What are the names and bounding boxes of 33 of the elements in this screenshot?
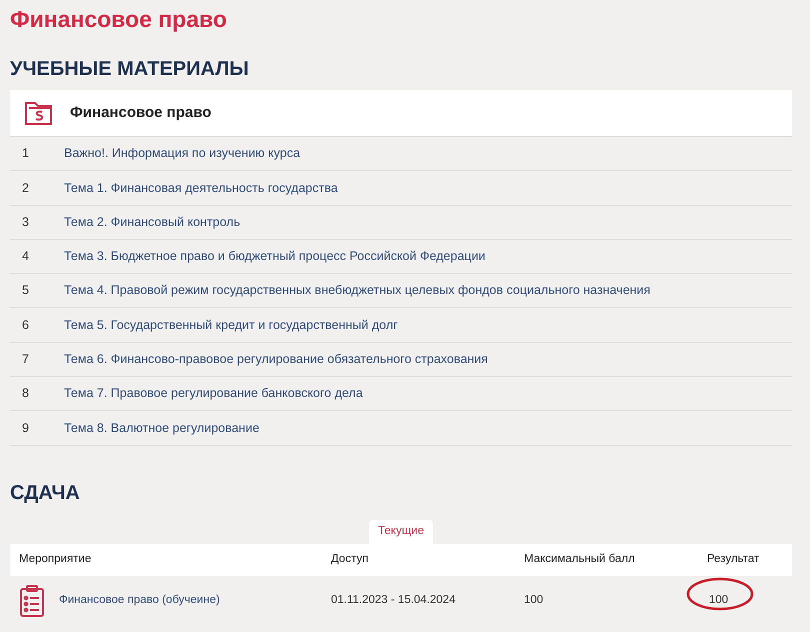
column-header: Доступ <box>331 552 370 568</box>
material-link[interactable]: Тема 1. Финансовая деятельность государства <box>64 178 338 198</box>
material-link[interactable]: Тема 5. Государственный кредит и государственный долг <box>64 316 398 334</box>
page-title: Финансовое право <box>10 5 228 34</box>
tab[interactable]: Текущие <box>369 520 433 544</box>
material-link[interactable]: Тема 2. Финансовый контроль <box>64 212 240 232</box>
material-link[interactable]: Тема 6. Финансово-правовое регулирование обязательного страхования <box>64 350 488 369</box>
row-number: 9 <box>21 420 30 437</box>
table-cell: 100 <box>709 594 728 606</box>
row-number: 3 <box>21 214 30 231</box>
clipboard-icon <box>19 584 45 618</box>
column-header: Максимальный балл <box>524 552 636 568</box>
material-link[interactable]: Тема 4. Правовой режим государственных внебюджетных целевых фондов социального назначения <box>64 281 650 300</box>
column-header: Мероприятие <box>19 552 92 568</box>
table-cell-text: 100 <box>524 593 544 608</box>
material-link[interactable]: Тема 7. Правовое регулирование банковского дела <box>64 384 363 404</box>
row-number: 5 <box>21 282 30 300</box>
material-link[interactable]: Тема 3. Бюджетное право и бюджетный процесс Российской Федерации <box>64 247 486 266</box>
course-title: Финансовое право <box>70 102 212 123</box>
row-number: 6 <box>21 316 30 334</box>
material-link[interactable]: Важно!. Информация по изучению курса <box>64 144 300 164</box>
section-heading: УЧЕБНЫЕ МАТЕРИАЛЫ <box>10 57 250 82</box>
event-link[interactable]: Финансовое право (обучеине) <box>59 592 220 610</box>
row-number: 7 <box>21 351 30 368</box>
row-number: 1 <box>21 145 30 162</box>
row-number: 2 <box>21 180 30 197</box>
row-number: 4 <box>21 248 30 266</box>
folder-icon <box>24 99 54 127</box>
table-cell-text: 01.11.2023 - 15.04.2024 <box>331 593 456 608</box>
material-link[interactable]: Тема 8. Валютное регулирование <box>64 418 260 438</box>
section-heading: СДАЧА <box>10 480 81 506</box>
column-header: Результат <box>707 552 760 568</box>
row-number: 8 <box>21 385 30 402</box>
